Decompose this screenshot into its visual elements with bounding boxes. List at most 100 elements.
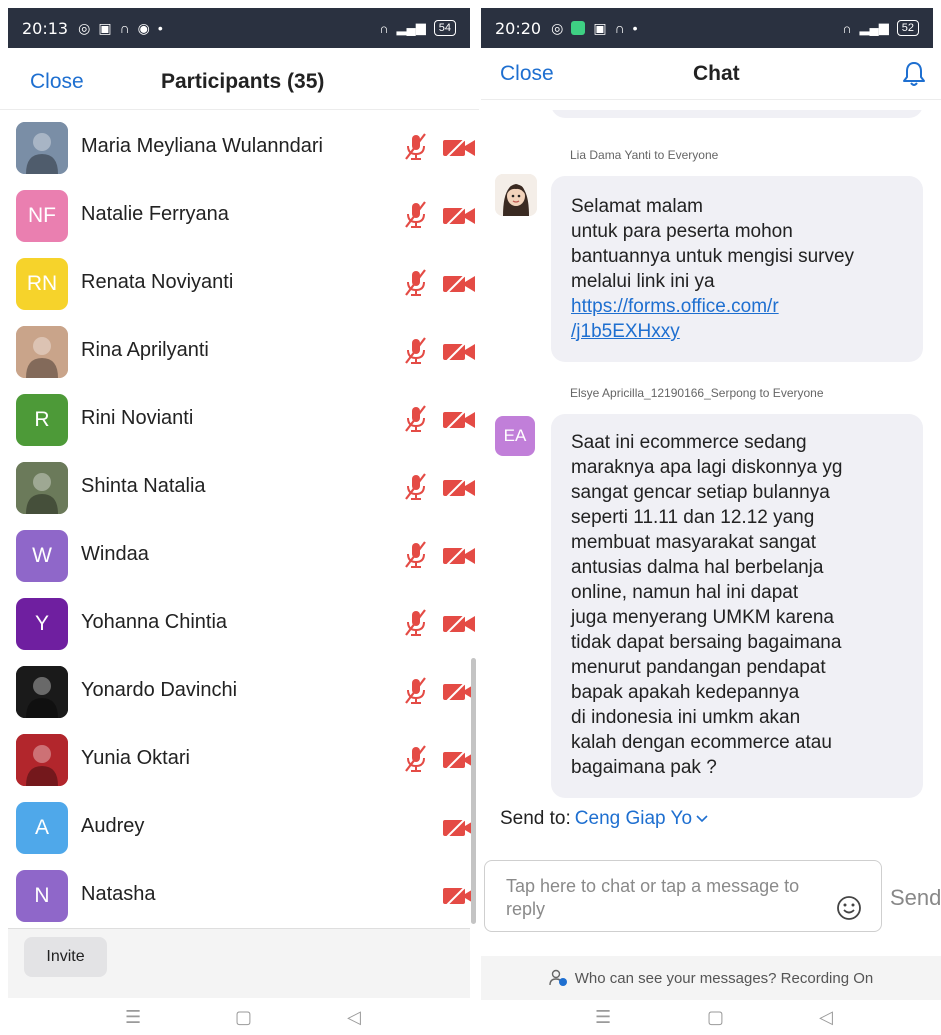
- avatar[interactable]: EA: [495, 416, 535, 456]
- privacy-text: Who can see your messages? Recording On: [574, 969, 874, 987]
- participant-row[interactable]: NF Natalie Ferryana: [0, 180, 479, 248]
- avatar: RN: [16, 258, 68, 310]
- participant-name: Natalie Ferryana: [81, 203, 229, 225]
- previous-message-bubble[interactable]: [551, 110, 923, 118]
- message-text: juga menyerang UMKM karena: [571, 607, 834, 628]
- send-to-target[interactable]: Ceng Giap Yo: [575, 808, 692, 829]
- dot-icon: •: [157, 20, 163, 36]
- video-off-icon[interactable]: [442, 544, 476, 566]
- message-sender: Elsye Apricilla_12190166_Serpong to Ever…: [570, 386, 824, 400]
- message-text: sangat gencar setiap bulannya: [571, 482, 830, 503]
- muted-mic-icon[interactable]: [402, 608, 430, 638]
- page-title: Participants (35): [161, 70, 325, 93]
- participant-row[interactable]: Yonardo Davinchi: [0, 656, 479, 724]
- participant-row[interactable]: A Audrey: [0, 792, 479, 860]
- bell-icon[interactable]: [901, 60, 927, 88]
- muted-mic-icon[interactable]: [402, 540, 430, 570]
- participant-name: Renata Noviyanti: [81, 271, 234, 293]
- video-off-icon[interactable]: [442, 340, 476, 362]
- app-icon: ◉: [137, 19, 150, 36]
- status-bar: 20:13 ◎ ▣ ∩ ◉ • ∩ ▂▄▆ 54: [8, 8, 470, 48]
- close-button[interactable]: Close: [30, 70, 84, 94]
- privacy-notice[interactable]: Who can see your messages? Recording On: [481, 956, 941, 1000]
- participant-row[interactable]: Y Yohanna Chintia: [0, 588, 479, 656]
- message-text: melalui link ini ya: [571, 271, 715, 292]
- video-off-icon[interactable]: [442, 476, 476, 498]
- battery-icon: 52: [896, 20, 919, 36]
- participant-name: Rina Aprilyanti: [81, 339, 209, 361]
- back-icon[interactable]: ◁: [347, 1007, 361, 1028]
- chat-messages[interactable]: Lia Dama Yanti to Everyone Selamat malam…: [481, 110, 941, 800]
- home-icon[interactable]: ▢: [707, 1007, 724, 1028]
- muted-mic-icon[interactable]: [402, 336, 430, 366]
- chevron-down-icon[interactable]: [695, 814, 709, 824]
- participant-row[interactable]: W Windaa: [0, 520, 479, 588]
- photo-avatar-icon: [16, 666, 68, 718]
- video-off-icon[interactable]: [442, 136, 476, 158]
- muted-mic-icon[interactable]: [402, 472, 430, 502]
- participant-row[interactable]: N Natasha: [0, 860, 479, 928]
- message-text: untuk para peserta mohon: [571, 221, 793, 242]
- avatar: N: [16, 870, 68, 922]
- chat-input[interactable]: Tap here to chat or tap a message to rep…: [484, 860, 882, 932]
- participants-header: Close Participants (35): [0, 48, 479, 110]
- back-icon[interactable]: ◁: [819, 1007, 833, 1028]
- scrollbar[interactable]: [471, 658, 476, 924]
- avatar: [16, 326, 68, 378]
- message-bubble[interactable]: Selamat malam untuk para peserta mohon b…: [551, 176, 923, 362]
- home-icon[interactable]: ▢: [235, 1007, 252, 1028]
- muted-mic-icon[interactable]: [402, 404, 430, 434]
- participant-name: Rini Novianti: [81, 407, 194, 429]
- avatar-initials: RN: [26, 272, 58, 295]
- emoji-icon[interactable]: [835, 894, 863, 922]
- muted-mic-icon[interactable]: [402, 744, 430, 774]
- message-text: Selamat malam: [571, 196, 703, 217]
- chat-header: Close Chat: [481, 48, 941, 100]
- menu-icon[interactable]: ☰: [595, 1007, 611, 1028]
- survey-link[interactable]: /j1b5EXHxxy: [571, 319, 903, 344]
- message-text: tidak dapat bersaing bagaimana: [571, 632, 842, 653]
- photo-avatar-icon: [16, 326, 68, 378]
- video-off-icon[interactable]: [442, 204, 476, 226]
- participant-row[interactable]: Shinta Natalia: [0, 452, 479, 520]
- muted-mic-icon[interactable]: [402, 268, 430, 298]
- video-off-icon[interactable]: [442, 272, 476, 294]
- message-text: bapak apakah kedepannya: [571, 682, 800, 703]
- message-sender: Lia Dama Yanti to Everyone: [570, 148, 719, 162]
- participant-row[interactable]: RN Renata Noviyanti: [0, 248, 479, 316]
- headset-status-icon: ∩: [379, 20, 389, 36]
- survey-link[interactable]: https://forms.office.com/r: [571, 294, 903, 319]
- page-title: Chat: [693, 62, 740, 85]
- battery-icon: 54: [433, 20, 456, 36]
- chat-screen: 20:20 ◎ ▣ ∩ • ∩ ▂▄▆ 52 Close Chat Lia Da…: [481, 0, 941, 1035]
- message-text: antusias dalma hal berbelanja: [571, 557, 824, 578]
- signal-icon: ▂▄▆: [396, 20, 426, 35]
- participant-row[interactable]: Rina Aprilyanti: [0, 316, 479, 384]
- muted-mic-icon[interactable]: [402, 132, 430, 162]
- send-to-selector[interactable]: Send to: Ceng Giap Yo: [500, 808, 709, 830]
- participant-row[interactable]: R Rini Novianti: [0, 384, 479, 452]
- participant-row[interactable]: Maria Meyliana Wulanndari: [0, 112, 479, 180]
- video-off-icon[interactable]: [442, 612, 476, 634]
- menu-icon[interactable]: ☰: [125, 1007, 141, 1028]
- message-bubble[interactable]: Saat ini ecommerce sedang maraknya apa la…: [551, 414, 923, 798]
- message-text: menurut pandangan pendapat: [571, 657, 826, 678]
- avatar: [16, 122, 68, 174]
- avatar-initials: Y: [34, 612, 49, 635]
- system-nav-bar: ☰ ▢ ◁: [481, 999, 941, 1035]
- participant-row[interactable]: Yunia Oktari: [0, 724, 479, 792]
- avatar: A: [16, 802, 68, 854]
- invite-button[interactable]: Invite: [24, 937, 107, 977]
- send-button[interactable]: Send: [890, 885, 941, 911]
- close-button[interactable]: Close: [500, 62, 554, 86]
- message-text: kalah dengan ecommerce atau: [571, 732, 832, 753]
- status-time: 20:20: [495, 18, 542, 38]
- participant-name: Maria Meyliana Wulanndari: [81, 135, 323, 157]
- avatar: W: [16, 530, 68, 582]
- avatar[interactable]: [495, 174, 537, 216]
- muted-mic-icon[interactable]: [402, 676, 430, 706]
- avatar-initials: A: [34, 816, 49, 839]
- video-off-icon[interactable]: [442, 408, 476, 430]
- avatar: [16, 462, 68, 514]
- muted-mic-icon[interactable]: [402, 200, 430, 230]
